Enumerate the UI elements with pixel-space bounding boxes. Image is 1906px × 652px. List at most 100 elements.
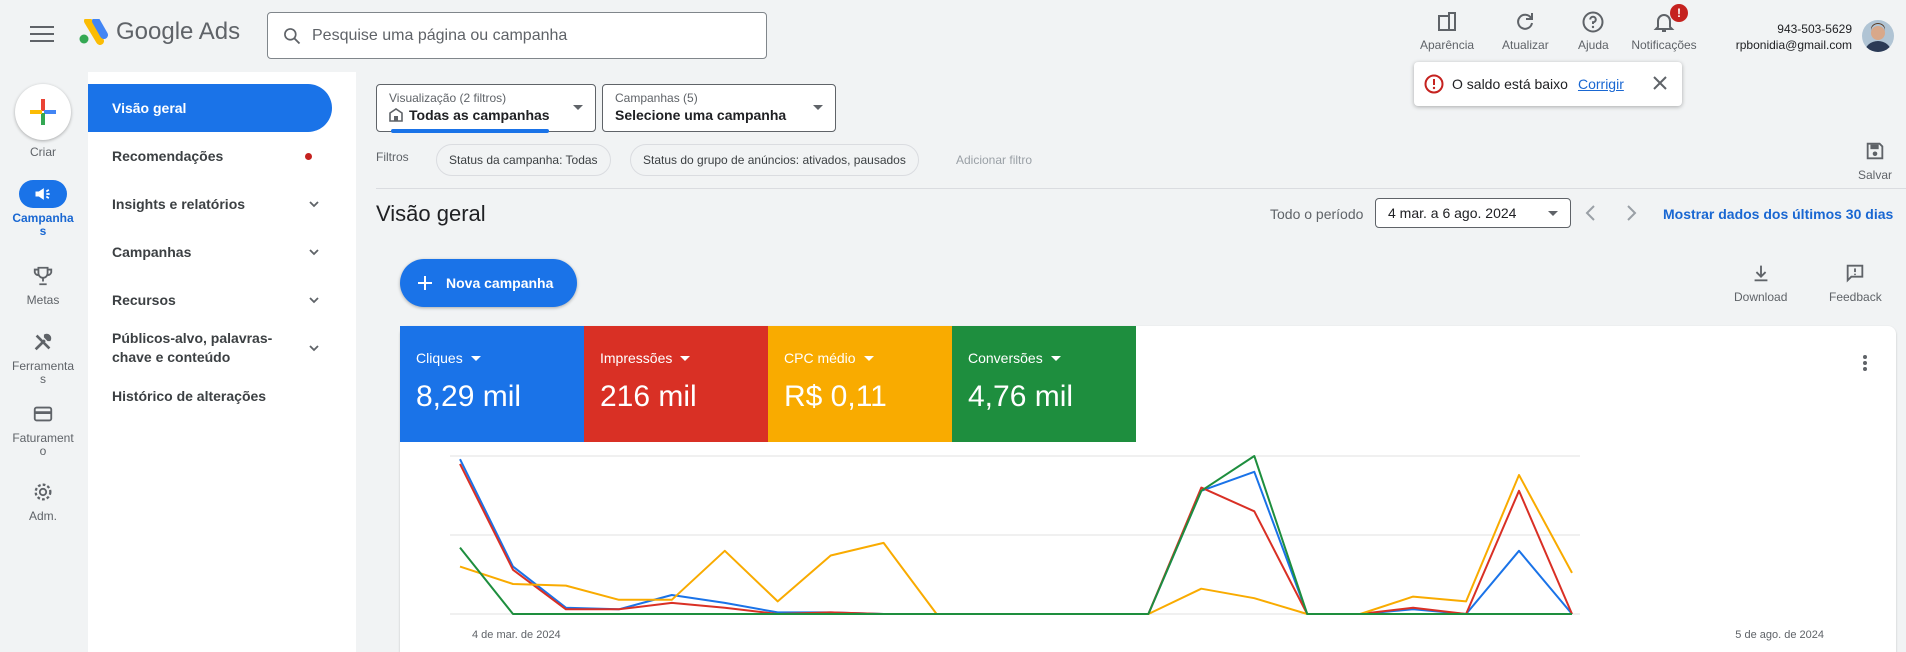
billing-pill	[19, 400, 67, 428]
notifications-button[interactable]: Notificações !	[1626, 4, 1702, 52]
nav-item-history[interactable]: Histórico de alterações	[88, 372, 332, 420]
chevron-down-icon	[309, 201, 319, 208]
tools-pill	[19, 328, 67, 356]
toast-message: O saldo está baixo	[1452, 76, 1568, 92]
period-label: Todo o período	[1270, 206, 1364, 222]
new-campaign-button[interactable]: Nova campanha	[400, 259, 578, 307]
series-line-2	[459, 474, 1573, 615]
feedback-label: Feedback	[1829, 290, 1882, 304]
rail-item-billing[interactable]: Faturamento	[0, 400, 86, 458]
nav-item-audiences[interactable]: Públicos-alvo, palavras-chave e conteúdo	[88, 324, 332, 372]
chevron-down-icon	[309, 249, 319, 256]
view-selector-underline	[391, 129, 549, 133]
nav-item-resources[interactable]: Recursos	[88, 276, 332, 324]
menu-icon[interactable]	[30, 26, 54, 44]
feedback-button[interactable]: Feedback	[1829, 262, 1882, 304]
plus-icon	[418, 276, 432, 290]
refresh-button[interactable]: Atualizar	[1502, 10, 1549, 52]
rail-item-create[interactable]: Criar	[0, 84, 86, 159]
metric-value: 8,29 mil	[416, 380, 522, 413]
campaign-selector-label: Campanhas (5)	[615, 91, 698, 105]
nav-label-resources: Recursos	[112, 292, 176, 308]
page-title: Visão geral	[376, 201, 486, 226]
side-nav: Visão geral Recomendações Insights e rel…	[88, 72, 356, 652]
megaphone-icon	[35, 188, 50, 200]
google-ads-logo-icon	[79, 19, 108, 45]
app-name: Google Ads	[116, 18, 241, 45]
appearance-button[interactable]: Aparência	[1420, 10, 1474, 52]
appearance-label: Aparência	[1420, 38, 1475, 52]
x-tick-label-start: 4 de mar. de 2024	[472, 629, 561, 641]
nav-label-recommendations: Recomendações	[112, 148, 224, 164]
metric-tile-clicks[interactable]: Cliques 8,29 mil	[400, 326, 584, 442]
save-label: Salvar	[1858, 168, 1893, 182]
dropdown-triangle-icon	[470, 355, 481, 361]
show-last-30-days-link[interactable]: Mostrar dados dos últimos 30 dias	[1663, 206, 1893, 222]
metric-label: Cliques	[416, 350, 463, 366]
view-selector-value: Todas as campanhas	[409, 107, 550, 123]
account-info[interactable]: 943-503-5629 rpbonidia@gmail.com	[1710, 21, 1852, 53]
campaign-selector[interactable]: Campanhas (5) Selecione uma campanha	[602, 84, 836, 132]
refresh-icon	[1517, 13, 1534, 30]
add-filter-button[interactable]: Adicionar filtro	[956, 153, 1032, 167]
x-tick-label-end: 5 de ago. de 2024	[1735, 629, 1824, 641]
gear-icon	[34, 483, 52, 501]
new-campaign-label: Nova campanha	[446, 275, 554, 291]
metric-tile-avg-cpc[interactable]: CPC médio R$ 0,11	[768, 326, 952, 442]
chevron-down-icon	[309, 297, 319, 304]
chevron-right-icon[interactable]	[1624, 204, 1638, 222]
close-icon[interactable]	[1652, 75, 1668, 91]
series-line-1	[459, 463, 1573, 615]
date-range-select[interactable]: 4 mar. a 6 ago. 2024	[1375, 198, 1571, 228]
rail-item-campaigns[interactable]: Campanhas	[0, 180, 86, 238]
download-button[interactable]: Download	[1734, 262, 1787, 304]
fix-link[interactable]: Corrigir	[1578, 76, 1624, 92]
search-box[interactable]	[267, 12, 767, 59]
rail-item-tools[interactable]: Ferramentas	[0, 328, 86, 386]
rail-label-create: Criar	[30, 145, 56, 159]
nav-label-overview: Visão geral	[112, 100, 187, 116]
account-id: 943-503-5629	[1777, 22, 1852, 36]
rail-item-goals[interactable]: Metas	[0, 262, 86, 307]
more-options-icon[interactable]	[1862, 354, 1868, 372]
appearance-icon	[1438, 12, 1457, 31]
create-button[interactable]	[15, 84, 71, 140]
filter-chip-adgroup-status[interactable]: Status do grupo de anúncios: ativados, p…	[630, 144, 919, 176]
rail-item-admin[interactable]: Adm.	[0, 478, 86, 523]
nav-item-recommendations[interactable]: Recomendações	[88, 132, 332, 180]
metric-tile-impressions[interactable]: Impressões 216 mil	[584, 326, 768, 442]
chevron-left-icon[interactable]	[1584, 204, 1598, 222]
filter-chip-campaign-status[interactable]: Status da campanha: Todas	[436, 144, 611, 176]
nav-label-insights: Insights e relatórios	[112, 196, 246, 212]
metric-label: Impressões	[600, 350, 673, 366]
feedback-icon	[1847, 264, 1864, 283]
avatar[interactable]	[1862, 20, 1894, 52]
nav-label-campaigns: Campanhas	[112, 244, 192, 260]
save-icon	[1866, 142, 1884, 160]
nav-label-audiences: Públicos-alvo, palavras-chave e conteúdo	[112, 330, 273, 365]
avatar-icon	[1865, 23, 1891, 52]
rail-label-billing: Faturamento	[12, 431, 74, 458]
view-selector[interactable]: Visualização (2 filtros) Todas as campan…	[376, 84, 596, 133]
search-input[interactable]	[312, 26, 766, 45]
nav-item-overview[interactable]: Visão geral	[88, 84, 332, 132]
nav-item-campaigns[interactable]: Campanhas	[88, 228, 332, 276]
goals-pill	[19, 262, 67, 290]
low-balance-toast: O saldo está baixo Corrigir	[1414, 62, 1682, 106]
divider	[376, 188, 1906, 189]
trophy-icon	[33, 266, 53, 286]
view-selector-caret-icon	[573, 105, 583, 110]
help-button[interactable]: Ajuda	[1578, 10, 1609, 52]
download-label: Download	[1734, 290, 1788, 304]
metric-tile-conversions[interactable]: Conversões 4,76 mil	[952, 326, 1136, 442]
campaign-selector-caret-icon	[813, 105, 823, 110]
view-selector-value-row: Todas as campanhas	[389, 107, 583, 123]
google-ads-logo[interactable]: Google Ads	[78, 18, 240, 46]
chevron-down-icon	[309, 345, 319, 352]
save-button[interactable]: Salvar	[1858, 140, 1892, 182]
nav-item-insights[interactable]: Insights e relatórios	[88, 180, 332, 228]
performance-card: Cliques 8,29 mil Impressões 216 mil CPC …	[400, 326, 1896, 652]
download-icon	[1754, 265, 1768, 282]
error-icon	[1424, 74, 1444, 94]
rail-label-admin: Adm.	[28, 509, 57, 523]
